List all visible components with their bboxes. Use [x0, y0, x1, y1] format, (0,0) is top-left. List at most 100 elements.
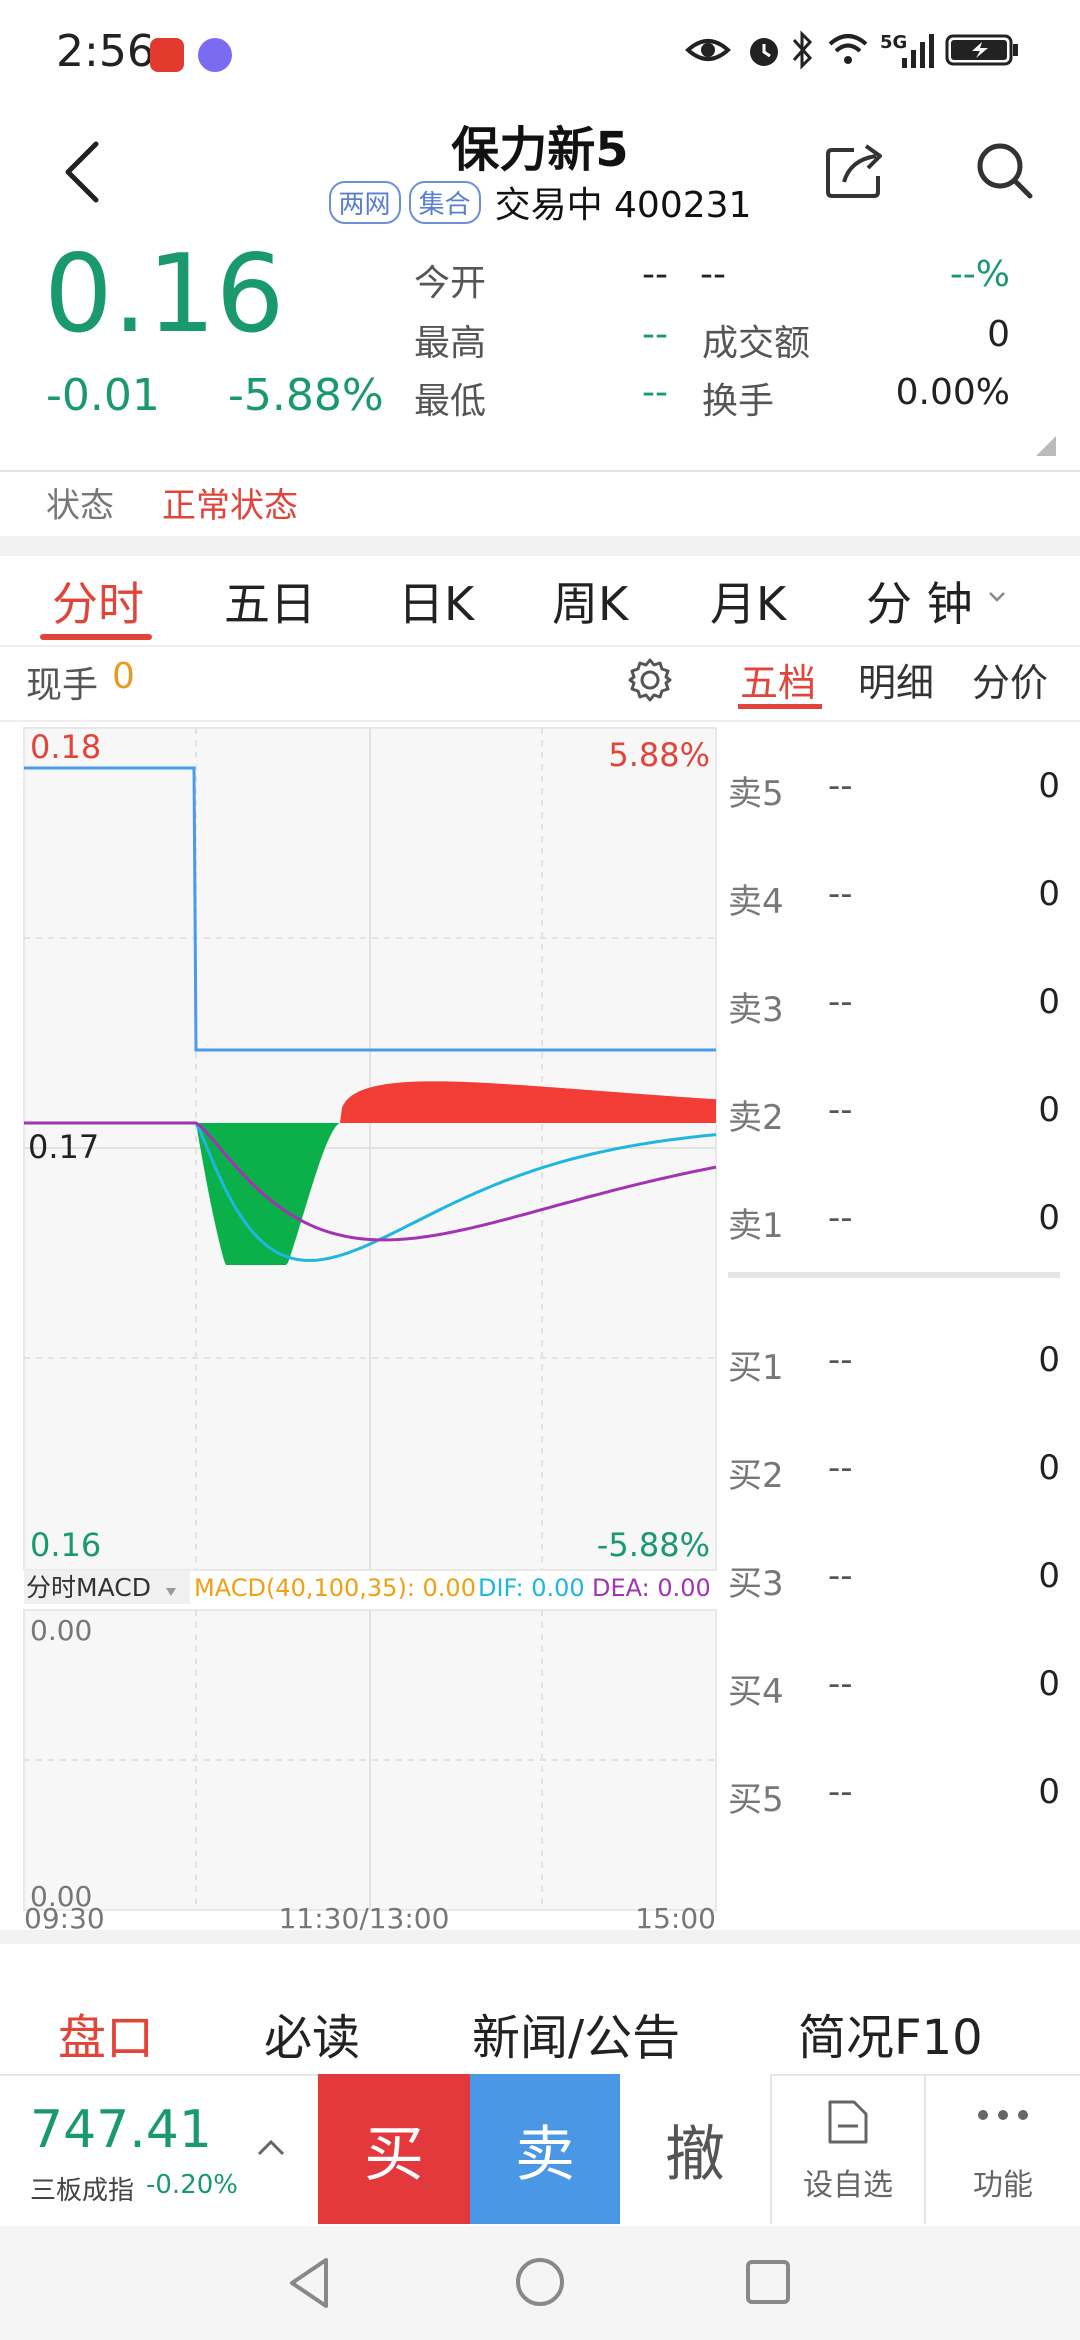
search-icon[interactable]: [972, 138, 1036, 202]
tab-daily-k[interactable]: 日K: [398, 568, 474, 634]
section-gap: [0, 1930, 1080, 1944]
more-functions-label: 功能: [973, 2168, 1033, 2203]
cancel-order-button[interactable]: 撤: [620, 2074, 770, 2224]
add-watchlist-button[interactable]: 设自选: [772, 2074, 924, 2224]
buy-button[interactable]: 买: [318, 2074, 470, 2224]
y-tick-top: 0.18: [30, 728, 101, 766]
open-extra: --: [700, 254, 726, 295]
tag-call-auction: 集合: [408, 180, 481, 224]
buy-level-volume: 0: [1038, 1556, 1060, 1596]
tab-price-distribution[interactable]: 分价: [972, 652, 1048, 707]
price-change: -0.01: [46, 370, 160, 421]
amount-label: 成交额: [702, 323, 811, 364]
high-value: --: [642, 314, 668, 355]
eye-icon: [685, 39, 731, 61]
tab-weekly-k[interactable]: 周K: [552, 568, 628, 634]
huawei-app-icon: [150, 38, 184, 72]
turnover-label: 换手: [702, 381, 775, 422]
sell-level-label: 卖2: [728, 1098, 784, 1138]
high-label: 最高: [414, 323, 487, 364]
tab-must-read[interactable]: 必读: [264, 1998, 360, 2068]
sell-level-label: 卖4: [728, 882, 784, 922]
buy-level-volume: 0: [1038, 1772, 1060, 1812]
order-book-separator: [728, 1272, 1060, 1278]
expand-corner-icon[interactable]: [1036, 436, 1056, 456]
x-tick-open: 09:30: [24, 1902, 105, 1932]
sell-level-price: --: [828, 766, 853, 806]
nav-recents-icon[interactable]: [744, 2258, 792, 2306]
status-bar: 2:56 5G: [0, 0, 1080, 100]
tab-details[interactable]: 明细: [858, 652, 934, 707]
signal-icon: [902, 34, 934, 68]
system-nav-bar: [0, 2226, 1080, 2340]
sell-level-label: 卖1: [728, 1206, 784, 1246]
state-value: 正常状态: [162, 486, 298, 526]
share-icon[interactable]: [824, 142, 886, 200]
chevron-up-icon[interactable]: [256, 2136, 286, 2158]
tag-two-networks: 两网: [328, 180, 401, 224]
tab-market-depth[interactable]: 盘口: [58, 1998, 154, 2068]
last-volume-value: 0: [112, 656, 135, 697]
buy-level-price: --: [828, 1664, 853, 1704]
open-value: --: [642, 254, 668, 295]
buy-level-volume: 0: [1038, 1340, 1060, 1380]
tab-five-day[interactable]: 五日: [224, 568, 316, 634]
buy-level-price: --: [828, 1772, 853, 1812]
price-change-percent: -5.88%: [228, 370, 384, 421]
sell-level-price: --: [828, 874, 853, 914]
state-label: 状态: [46, 486, 114, 526]
macd-tick-top: 0.00: [30, 1614, 92, 1647]
sell-level-label: 卖5: [728, 774, 784, 814]
buy-level-label: 买4: [728, 1672, 784, 1712]
tab-minute[interactable]: 分 钟: [866, 568, 973, 634]
sell-level-price: --: [828, 1090, 853, 1130]
settings-gear-icon[interactable]: [626, 656, 674, 704]
dif-value-label: DIF: 0.00: [478, 1574, 585, 1602]
open-percent: --%: [949, 254, 1010, 295]
document-icon: [828, 2100, 868, 2144]
low-value: --: [642, 372, 668, 413]
sell-level-price: --: [828, 1198, 853, 1238]
bluetooth-icon: [792, 30, 813, 70]
tab-news-announcements[interactable]: 新闻/公告: [472, 1998, 680, 2068]
nav-back-icon[interactable]: [286, 2256, 332, 2310]
buy-level-price: --: [828, 1448, 853, 1488]
dea-value-label: DEA: 0.00: [592, 1574, 711, 1602]
buy-level-label: 买3: [728, 1564, 784, 1604]
nav-home-icon[interactable]: [514, 2256, 566, 2308]
stock-name: 保力新5: [451, 122, 629, 178]
y-tick-top-pct: 5.88%: [608, 736, 710, 774]
intraday-chart[interactable]: 0.18 5.88% 0.17 0.16 -5.88% 分时MACD MACD(…: [0, 722, 720, 1932]
tab-profile-f10[interactable]: 简况F10: [798, 1998, 983, 2068]
more-functions-button[interactable]: 功能: [926, 2074, 1080, 2224]
buy-level-label: 买2: [728, 1456, 784, 1496]
index-change: -0.20%: [146, 2170, 238, 2200]
buy-level-price: --: [828, 1556, 853, 1596]
tab-monthly-k[interactable]: 月K: [710, 568, 786, 634]
tab-intraday[interactable]: 分时: [52, 568, 144, 634]
sell-button[interactable]: 卖: [470, 2074, 620, 2224]
sell-level-volume: 0: [1038, 874, 1060, 914]
sell-level-volume: 0: [1038, 1198, 1060, 1238]
sell-level-volume: 0: [1038, 1090, 1060, 1130]
status-time: 2:56: [56, 26, 155, 77]
trade-state-code: 交易中 400231: [494, 185, 752, 226]
divider: [0, 645, 1080, 647]
y-tick-bottom: 0.16: [30, 1526, 101, 1564]
buy-level-label: 买1: [728, 1348, 784, 1388]
add-watchlist-label: 设自选: [803, 2168, 893, 2203]
index-value[interactable]: 747.41: [30, 2100, 212, 2160]
tab-five-levels[interactable]: 五档: [740, 652, 816, 707]
low-label: 最低: [414, 381, 487, 422]
active-right-tab-indicator: [738, 704, 822, 709]
sell-level-label: 卖3: [728, 990, 784, 1030]
buy-level-volume: 0: [1038, 1448, 1060, 1488]
divider: [0, 470, 1080, 472]
macd-selector-label: 分时MACD: [26, 1573, 151, 1602]
x-tick-close: 15:00: [635, 1902, 716, 1932]
stock-subtitle-row: 两网 集合 交易中 400231: [0, 176, 1080, 228]
active-tab-indicator: [40, 634, 152, 640]
section-gap: [0, 536, 1080, 556]
sell-level-price: --: [828, 982, 853, 1022]
open-label: 今开: [414, 263, 487, 304]
